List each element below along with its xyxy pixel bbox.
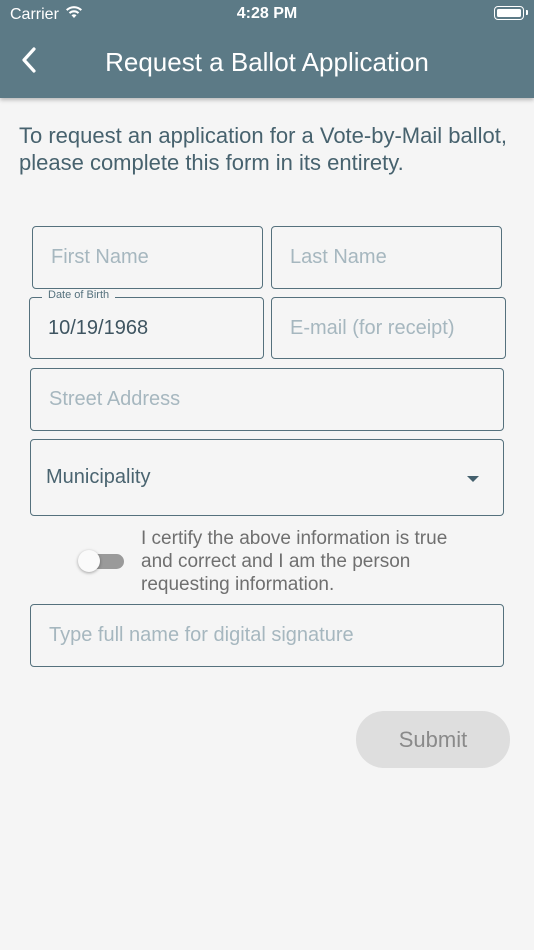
email-field[interactable]: E-mail (for receipt) bbox=[271, 297, 506, 359]
first-name-placeholder: First Name bbox=[51, 246, 149, 268]
municipality-select[interactable]: Municipality bbox=[30, 439, 504, 516]
date-of-birth-value: 10/19/1968 bbox=[48, 316, 149, 339]
email-placeholder: E-mail (for receipt) bbox=[290, 316, 455, 339]
submit-button[interactable]: Submit bbox=[356, 711, 510, 768]
signature-placeholder: Type full name for digital signature bbox=[49, 624, 354, 646]
page-title: Request a Ballot Application bbox=[105, 47, 429, 77]
caret-down-icon bbox=[467, 476, 479, 482]
first-name-field[interactable]: First Name bbox=[32, 226, 263, 289]
date-of-birth-field[interactable]: Date of Birth 10/19/1968 bbox=[29, 289, 264, 359]
battery-icon bbox=[494, 6, 528, 20]
status-time: 4:28 PM bbox=[236, 5, 298, 22]
intro-text: To request an application for a Vote-by-… bbox=[19, 123, 507, 175]
street-address-placeholder: Street Address bbox=[49, 388, 181, 410]
signature-field[interactable]: Type full name for digital signature bbox=[30, 604, 504, 667]
app-header: Carrier 4:28 PM Request a Ballot Applica… bbox=[0, 0, 534, 98]
last-name-placeholder: Last Name bbox=[290, 246, 387, 268]
municipality-selected: Municipality bbox=[46, 466, 151, 488]
certify-text: I certify the above information is true … bbox=[141, 528, 448, 595]
toggle-knob bbox=[78, 550, 100, 572]
certify-toggle[interactable] bbox=[78, 550, 124, 572]
date-of-birth-label: Date of Birth bbox=[42, 289, 116, 301]
street-address-field[interactable]: Street Address bbox=[30, 368, 504, 431]
last-name-field[interactable]: Last Name bbox=[271, 226, 502, 289]
